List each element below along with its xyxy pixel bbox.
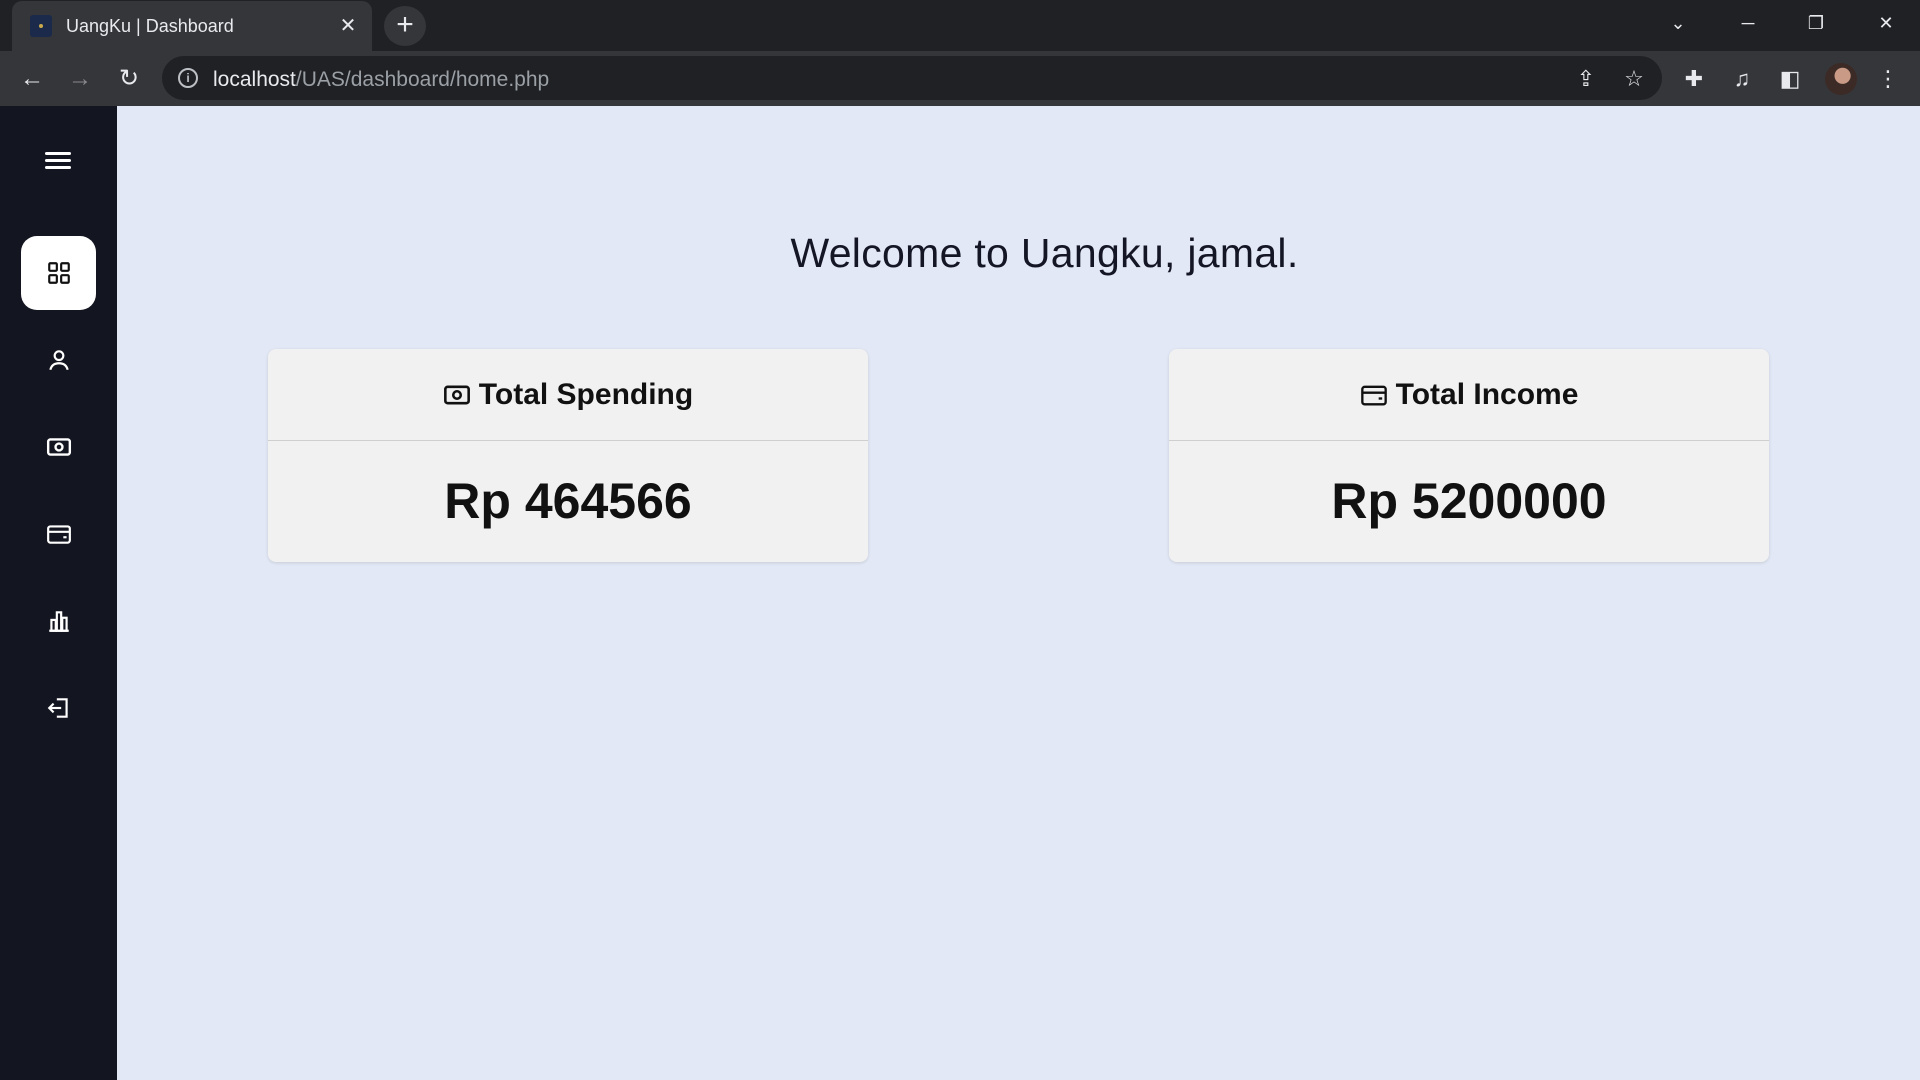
reload-button[interactable]: ↻ [113,63,145,95]
browser-menu-icon[interactable]: ⋮ [1872,63,1904,95]
favicon-icon [30,15,52,37]
bookmark-star-icon[interactable]: ☆ [1620,65,1648,93]
total-spending-card: Total Spending Rp 464566 [268,349,868,562]
sidebar-item-report[interactable] [21,584,96,658]
media-controls-icon[interactable]: ♫ [1726,63,1758,95]
money-icon [443,385,470,404]
wallet-icon [1360,385,1387,405]
card-body: Rp 5200000 [1169,441,1769,561]
total-spending-value: Rp 464566 [444,473,692,529]
wallet-icon [47,525,71,544]
sidebar-item-spending[interactable] [21,410,96,484]
card-title: Total Spending [478,377,694,411]
minimize-button[interactable]: ─ [1720,6,1776,40]
side-panel-icon[interactable]: ◧ [1774,63,1806,95]
back-button[interactable]: ← [16,63,48,95]
extensions-icon[interactable]: ✚ [1678,63,1710,95]
card-header: Total Income [1169,349,1769,441]
tab-search-icon[interactable]: ⌄ [1650,6,1706,40]
total-income-value: Rp 5200000 [1331,473,1607,529]
grid-icon [48,262,70,284]
user-icon [49,350,69,371]
sidebar-item-income[interactable] [21,497,96,571]
restore-button[interactable]: ❐ [1788,6,1844,40]
sidebar-item-profile[interactable] [21,323,96,397]
page-content: Welcome to Uangku, jamal. Total Spending… [0,106,1920,1080]
hamburger-menu-icon[interactable] [42,148,74,176]
card-header: Total Spending [268,349,868,441]
card-body: Rp 464566 [268,441,868,561]
sidebar [0,106,117,1080]
bar-chart-icon [49,611,69,632]
logout-icon [47,698,68,718]
tab-close-icon[interactable]: ✕ [334,12,362,40]
welcome-heading: Welcome to Uangku, jamal. [790,230,1299,276]
site-info-icon[interactable]: i [178,68,198,88]
tab-title: UangKu | Dashboard [66,16,234,36]
browser-tabstrip: UangKu | Dashboard ✕ + ⌄ ─ ❐ ✕ [0,0,1920,51]
total-income-card: Total Income Rp 5200000 [1169,349,1769,562]
share-icon[interactable]: ⇪ [1572,65,1600,93]
card-title: Total Income [1395,377,1579,411]
sidebar-item-logout[interactable] [21,671,96,745]
url-text[interactable]: localhost/UAS/dashboard/home.php [213,68,549,92]
close-window-button[interactable]: ✕ [1858,6,1914,40]
forward-button[interactable]: → [64,63,96,95]
url-host: localhost [213,68,296,91]
browser-toolbar: ← → ↻ i localhost/UAS/dashboard/home.php… [0,51,1920,106]
money-icon [46,438,72,456]
sidebar-item-dashboard[interactable] [21,236,96,310]
url-path: /UAS/dashboard/home.php [295,68,550,91]
new-tab-button[interactable]: + [384,6,426,46]
profile-avatar[interactable] [1825,63,1857,95]
address-bar[interactable]: i localhost/UAS/dashboard/home.php ⇪ ☆ [162,56,1662,100]
browser-tab[interactable]: UangKu | Dashboard ✕ [12,1,372,51]
